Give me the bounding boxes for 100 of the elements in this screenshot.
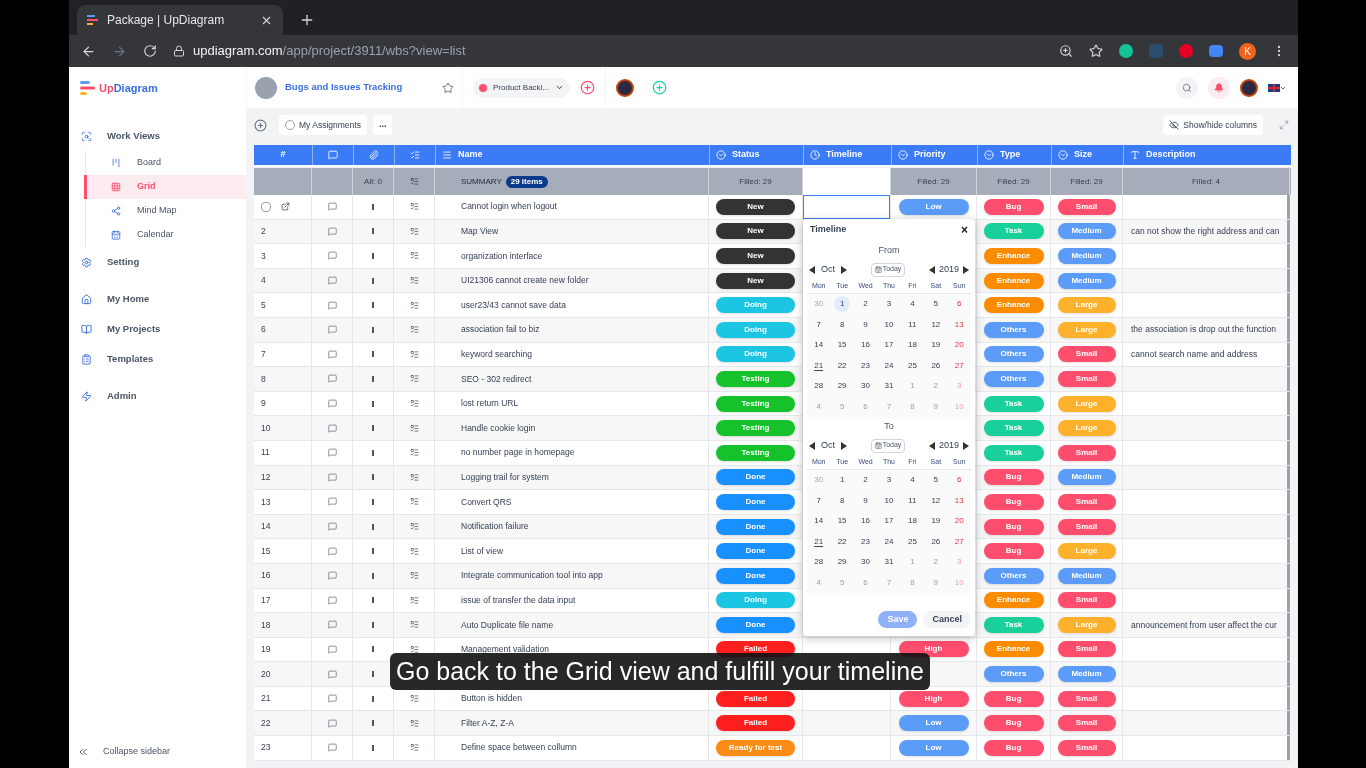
calendar-day[interactable]: 15 — [834, 513, 851, 530]
sidebar-item[interactable]: Setting — [69, 247, 246, 277]
sidebar-item[interactable]: My Projects — [69, 314, 246, 344]
collapse-sidebar-link[interactable]: Collapse sidebar — [103, 745, 171, 759]
add-icon[interactable] — [580, 80, 596, 95]
calendar-day[interactable]: 28 — [810, 378, 827, 395]
comment-icon[interactable] — [327, 571, 337, 581]
tag[interactable]: Small — [1057, 444, 1116, 461]
tag[interactable]: Small — [1057, 493, 1116, 510]
calendar-day[interactable]: 9 — [857, 316, 874, 333]
calendar-day[interactable]: 1 — [834, 472, 851, 489]
show-hide-columns-button[interactable]: Show/hide columns — [1163, 115, 1263, 135]
tag[interactable]: Done — [716, 493, 795, 510]
checklist-icon[interactable] — [409, 522, 419, 531]
more-button[interactable]: ... — [372, 115, 393, 135]
calendar-day[interactable]: 17 — [881, 513, 897, 530]
backlog-dropdown[interactable]: Product Backl... — [473, 77, 571, 98]
calendar-day[interactable]: 30 — [857, 378, 874, 395]
tag[interactable]: Small — [1057, 370, 1116, 387]
tag[interactable]: Enhance — [983, 641, 1044, 658]
calendar-day[interactable]: 27 — [951, 533, 968, 550]
new-tab-icon[interactable] — [299, 12, 315, 28]
comment-icon[interactable] — [327, 448, 337, 458]
task-name[interactable]: Integrate communication tool into app — [461, 569, 603, 583]
calendar-day[interactable]: 10 — [881, 316, 897, 333]
calendar-day[interactable]: 9 — [927, 398, 944, 415]
comment-icon[interactable] — [327, 620, 337, 630]
checklist-icon[interactable] — [409, 374, 419, 384]
calendar-day[interactable]: 3 — [881, 472, 897, 489]
calendar-day[interactable]: 12 — [927, 316, 944, 333]
comment-icon[interactable] — [327, 202, 337, 212]
tag[interactable]: Low — [898, 715, 969, 732]
calendar-day[interactable]: 27 — [951, 357, 968, 374]
comment-icon[interactable] — [327, 645, 337, 654]
calendar-day[interactable]: 12 — [927, 492, 944, 509]
extension-icon[interactable] — [1209, 45, 1223, 57]
tag[interactable]: Enhance — [983, 592, 1044, 609]
extension-icon[interactable] — [1119, 44, 1133, 58]
task-name[interactable]: issue of transfer the data input — [461, 593, 576, 607]
column-header[interactable]: Status — [709, 145, 803, 165]
comment-icon[interactable] — [327, 522, 337, 531]
calendar-day[interactable]: 5 — [927, 296, 944, 313]
calendar-day[interactable]: 26 — [927, 357, 944, 374]
calendar-day[interactable]: 21 — [810, 533, 827, 550]
sidebar-subitem[interactable]: Board — [84, 151, 246, 175]
checklist-icon[interactable] — [409, 276, 419, 286]
calendar-day[interactable]: 24 — [881, 357, 897, 374]
comment-icon[interactable] — [327, 694, 337, 704]
task-name[interactable]: Define space between collumn — [461, 741, 577, 755]
task-name[interactable]: Button is hidden — [461, 692, 522, 706]
calendar-day[interactable]: 18 — [904, 513, 921, 530]
previous-year-icon[interactable] — [928, 441, 935, 450]
calendar-day[interactable]: 18 — [904, 337, 921, 354]
calendar-day[interactable]: 5 — [834, 574, 851, 591]
calendar-day[interactable]: 7 — [810, 492, 827, 509]
tag[interactable]: Small — [1057, 518, 1116, 535]
calendar-day[interactable]: 26 — [927, 533, 944, 550]
checklist-icon[interactable] — [409, 645, 419, 654]
tag[interactable]: Bug — [983, 518, 1044, 535]
search-button[interactable] — [1176, 76, 1198, 99]
calendar-day[interactable]: 30 — [857, 554, 874, 571]
profile-avatar[interactable]: K — [1239, 42, 1256, 60]
calendar-day[interactable]: 23 — [857, 357, 874, 374]
user-avatar[interactable] — [1240, 78, 1258, 97]
row-checkbox[interactable] — [261, 201, 271, 212]
my-assignments-button[interactable]: My Assignments — [279, 115, 367, 135]
calendar-day[interactable]: 29 — [834, 554, 851, 571]
calendar-day[interactable]: 20 — [951, 513, 968, 530]
sidebar-subitem[interactable]: Grid — [84, 175, 246, 199]
task-name[interactable]: association fail to biz — [461, 323, 540, 337]
tag[interactable]: Bug — [983, 469, 1044, 486]
comment-icon[interactable] — [327, 349, 337, 359]
tag[interactable]: Small — [1057, 641, 1116, 658]
tag[interactable]: Medium — [1057, 248, 1116, 264]
tag[interactable]: Others — [983, 666, 1044, 683]
description-text[interactable]: the association is drop out the function — [1131, 323, 1277, 337]
month-label[interactable]: Oct — [821, 438, 835, 453]
tag[interactable]: Medium — [1057, 272, 1116, 289]
next-month-icon[interactable] — [841, 265, 847, 274]
calendar-day[interactable]: 19 — [927, 513, 944, 530]
comment-icon[interactable] — [327, 546, 337, 556]
task-name[interactable]: UI21306 cannot create new folder — [461, 274, 589, 287]
calendar-day[interactable]: 24 — [881, 533, 897, 550]
calendar-day[interactable]: 17 — [881, 337, 897, 354]
comment-icon[interactable] — [327, 276, 337, 286]
checklist-icon[interactable] — [409, 399, 419, 409]
sidebar-subitem[interactable]: Calendar — [84, 223, 246, 247]
column-header[interactable]: Priority — [891, 145, 977, 165]
comment-icon[interactable] — [327, 374, 337, 384]
checklist-icon[interactable] — [409, 743, 419, 753]
calendar-day[interactable]: 13 — [951, 316, 968, 333]
previous-month-icon[interactable] — [809, 265, 815, 274]
tag[interactable]: Small — [1057, 715, 1116, 732]
calendar-day[interactable]: 8 — [904, 398, 921, 415]
description-text[interactable]: cannot search name and address — [1131, 348, 1258, 361]
sidebar-item[interactable]: Work Views — [69, 121, 246, 151]
calendar-day[interactable]: 6 — [857, 398, 874, 415]
project-name[interactable]: Bugs and Issues Tracking — [285, 80, 403, 95]
tag[interactable]: Testing — [716, 370, 795, 387]
tag[interactable]: Others — [983, 346, 1044, 363]
